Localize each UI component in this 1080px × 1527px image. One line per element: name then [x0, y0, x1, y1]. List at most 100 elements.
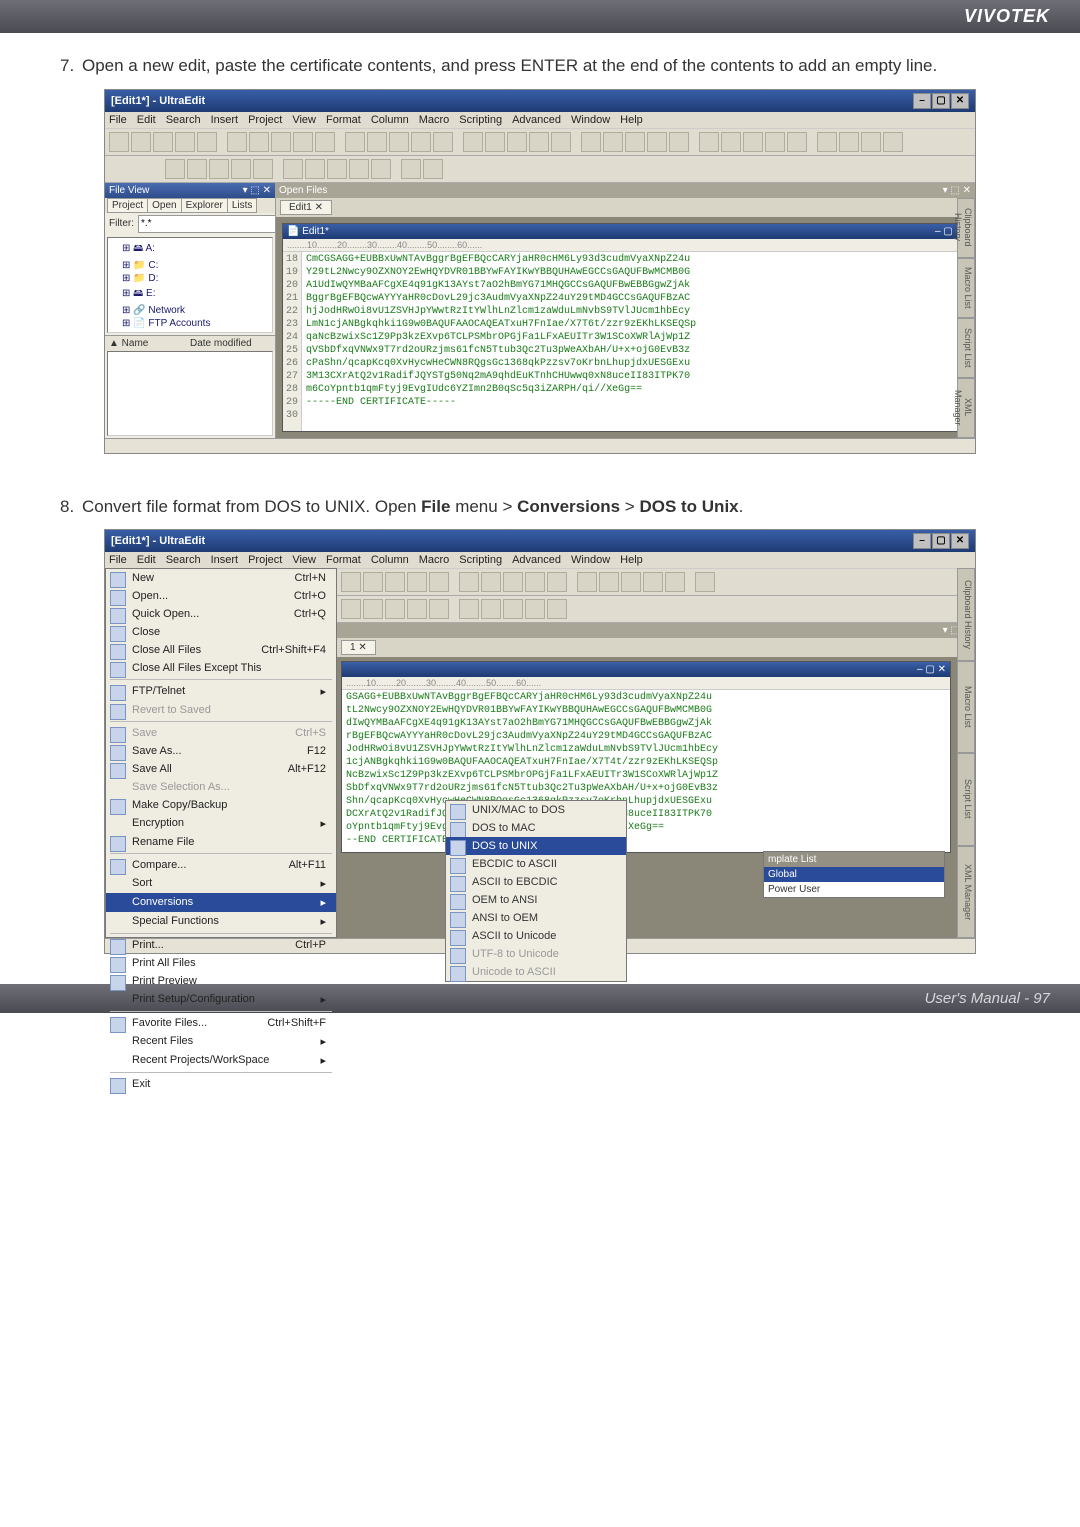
drive-tree[interactable]: ⊞ 🖴 A:⊞ 📁 C:⊞ 📁 D:⊞ 🖴 E:⊞ 🔗 Network⊞ 📄 F…	[107, 237, 273, 333]
menu-item-conversions[interactable]: Conversions▸	[106, 893, 336, 912]
toolbar-button[interactable]	[603, 132, 623, 152]
certificate-text[interactable]: CmCGSAGG+EUBBxUwNTAvBggrBgEFBQcCARYjaHR0…	[302, 252, 700, 431]
toolbar-button[interactable]	[721, 132, 741, 152]
menu-item-ftp-telnet[interactable]: FTP/Telnet▸	[106, 682, 336, 701]
toolbar-button[interactable]	[411, 132, 431, 152]
toolbar-button[interactable]	[577, 572, 597, 592]
menu-edit[interactable]: Edit	[137, 114, 156, 126]
toolbar-button[interactable]	[459, 572, 479, 592]
menu-item-make-copy-backup[interactable]: Make Copy/Backup	[106, 796, 336, 814]
menu-project[interactable]: Project	[248, 114, 282, 126]
menu-item-save-all[interactable]: Save AllAlt+F12	[106, 760, 336, 778]
toolbar-button[interactable]	[503, 572, 523, 592]
toolbar-button[interactable]	[621, 572, 641, 592]
menu-insert[interactable]: Insert	[211, 554, 239, 566]
toolbar-button[interactable]	[165, 159, 185, 179]
toolbar-button[interactable]	[547, 599, 567, 619]
toolbar-button[interactable]	[315, 132, 335, 152]
side-tab-script-list[interactable]: Script List	[957, 318, 975, 378]
toolbar-button[interactable]	[817, 132, 837, 152]
menu-column[interactable]: Column	[371, 554, 409, 566]
menu-search[interactable]: Search	[166, 554, 201, 566]
document-tab-edit1[interactable]: Edit1 ✕	[280, 200, 332, 215]
toolbar-button[interactable]	[131, 132, 151, 152]
menu-item-compare-[interactable]: Compare...Alt+F11	[106, 856, 336, 874]
menu-help[interactable]: Help	[620, 554, 643, 566]
right-side-tabs-2[interactable]: Clipboard HistoryMacro ListScript ListXM…	[957, 568, 975, 938]
menu-window[interactable]: Window	[571, 554, 610, 566]
toolbar-button[interactable]	[349, 159, 369, 179]
template-global[interactable]: Global	[764, 867, 944, 882]
menu-item-new[interactable]: NewCtrl+N	[106, 569, 336, 587]
menu-item-open-[interactable]: Open...Ctrl+O	[106, 587, 336, 605]
document-tab-row-2[interactable]: 1 ✕	[337, 638, 975, 657]
toolbar-button[interactable]	[647, 132, 667, 152]
conv-item-ebcdic-to-ascii[interactable]: EBCDIC to ASCII	[446, 855, 626, 873]
main-toolbar[interactable]	[105, 128, 975, 156]
toolbar-button[interactable]	[153, 132, 173, 152]
menu-item-recent-projects-workspace[interactable]: Recent Projects/WorkSpace▸	[106, 1051, 336, 1070]
file-list-body[interactable]	[107, 351, 273, 436]
toolbar-button[interactable]	[407, 572, 427, 592]
document-titlebar[interactable]: 📄 Edit1* – ▢ ✕	[283, 224, 968, 239]
document-titlebar-2[interactable]: – ▢ ✕	[342, 662, 950, 677]
file-view-header[interactable]: File View ▾ ⬚ ✕	[105, 183, 275, 198]
toolbar-button[interactable]	[209, 159, 229, 179]
tree-node[interactable]: ⊞ 📁 D:	[110, 272, 270, 285]
col-name[interactable]: ▲ Name	[109, 338, 190, 349]
conv-item-ansi-to-oem[interactable]: ANSI to OEM	[446, 909, 626, 927]
conversions-submenu[interactable]: UNIX/MAC to DOSDOS to MACDOS to UNIXEBCD…	[445, 800, 627, 982]
toolbar-button[interactable]	[699, 132, 719, 152]
menu-window[interactable]: Window	[571, 114, 610, 126]
conv-item-ascii-to-unicode[interactable]: ASCII to Unicode	[446, 927, 626, 945]
toolbar-button[interactable]	[581, 132, 601, 152]
explorer-tabs[interactable]: ProjectOpenExplorerLists	[105, 198, 275, 213]
conv-item-unix-mac-to-dos[interactable]: UNIX/MAC to DOS	[446, 801, 626, 819]
explorer-tab-project[interactable]: Project	[107, 198, 148, 213]
tree-node[interactable]: ⊞ 🖴 E:	[110, 285, 270, 304]
menu-advanced[interactable]: Advanced	[512, 114, 561, 126]
toolbar-button[interactable]	[787, 132, 807, 152]
menu-item-quick-open-[interactable]: Quick Open...Ctrl+Q	[106, 605, 336, 623]
toolbar-button[interactable]	[407, 599, 427, 619]
menu-macro[interactable]: Macro	[419, 114, 450, 126]
menu-item-favorite-files-[interactable]: Favorite Files...Ctrl+Shift+F	[106, 1014, 336, 1032]
toolbar-button[interactable]	[839, 132, 859, 152]
menu-item-recent-files[interactable]: Recent Files▸	[106, 1032, 336, 1051]
open-files-header[interactable]: Open Files ▾ ⬚ ✕	[275, 183, 975, 198]
tree-node[interactable]: ⊞ 📄 FTP Accounts	[110, 317, 270, 330]
toolbar-button[interactable]	[883, 132, 903, 152]
menu-edit[interactable]: Edit	[137, 554, 156, 566]
toolbar-button[interactable]	[341, 572, 361, 592]
menu-format[interactable]: Format	[326, 114, 361, 126]
secondary-toolbar[interactable]	[105, 156, 975, 183]
col-date[interactable]: Date modified	[190, 338, 271, 349]
toolbar-button[interactable]	[665, 572, 685, 592]
toolbar-button[interactable]	[525, 572, 545, 592]
menu-item-encryption[interactable]: Encryption▸	[106, 814, 336, 833]
side-tab-macro-list[interactable]: Macro List	[957, 258, 975, 318]
tree-node[interactable]: ⊞ 📁 C:	[110, 259, 270, 272]
toolbar-button[interactable]	[389, 132, 409, 152]
main-menubar-2[interactable]: FileEditSearchInsertProjectViewFormatCol…	[105, 552, 975, 568]
toolbar-button[interactable]	[305, 159, 325, 179]
menu-item-print-all-files[interactable]: Print All Files	[106, 954, 336, 972]
toolbar-button[interactable]	[423, 159, 443, 179]
menu-item-sort[interactable]: Sort▸	[106, 874, 336, 893]
toolbar-button[interactable]	[459, 599, 479, 619]
explorer-tab-explorer[interactable]: Explorer	[181, 198, 228, 213]
menu-item-print-setup-configuration[interactable]: Print Setup/Configuration▸	[106, 990, 336, 1009]
toolbar-button[interactable]	[485, 132, 505, 152]
conv-item-ascii-to-ebcdic[interactable]: ASCII to EBCDIC	[446, 873, 626, 891]
side-tab-xml-manager[interactable]: XML Manager	[957, 378, 975, 438]
menu-item-special-functions[interactable]: Special Functions▸	[106, 912, 336, 931]
document-window-buttons-2[interactable]: – ▢ ✕	[917, 664, 946, 675]
side-tab-clipboard-history[interactable]: Clipboard History	[957, 198, 975, 258]
toolbar-button[interactable]	[669, 132, 689, 152]
menu-item-close[interactable]: Close	[106, 623, 336, 641]
toolbar-button[interactable]	[481, 599, 501, 619]
menu-view[interactable]: View	[292, 114, 316, 126]
toolbar-button[interactable]	[385, 572, 405, 592]
menu-item-save-as-[interactable]: Save As...F12	[106, 742, 336, 760]
toolbar-button[interactable]	[507, 132, 527, 152]
